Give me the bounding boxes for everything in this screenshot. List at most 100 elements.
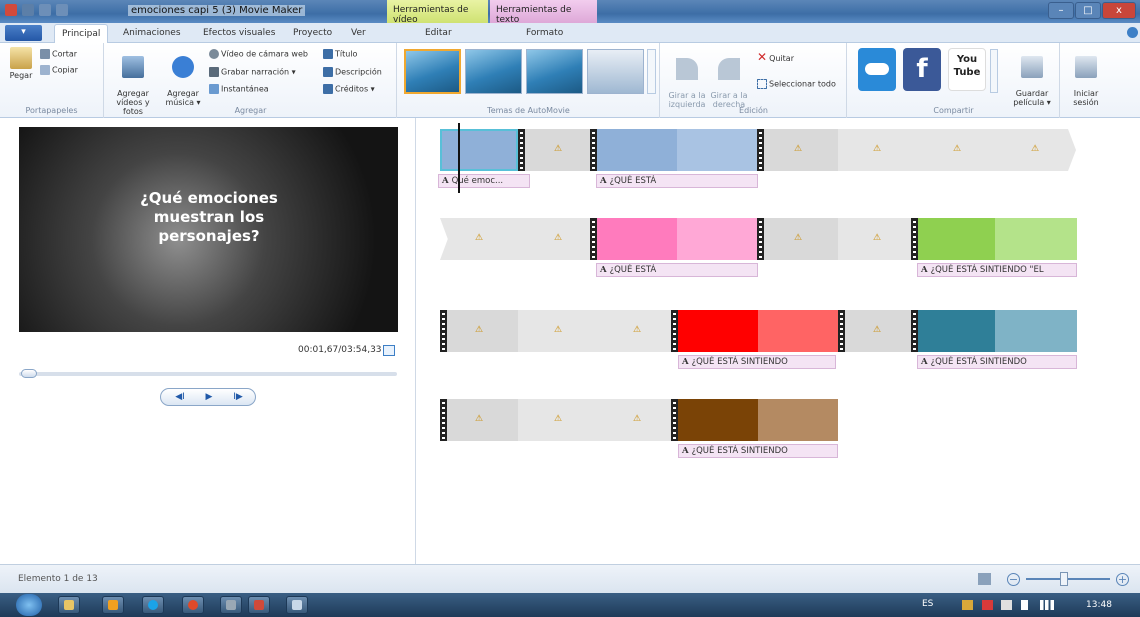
theme-thumbnail-4[interactable] (587, 49, 644, 94)
facebook-icon[interactable]: f (903, 48, 941, 91)
select-all-button[interactable]: Seleccionar todo (757, 79, 836, 89)
themes-scroll-button[interactable] (647, 49, 656, 94)
language-indicator[interactable]: ES (922, 599, 933, 609)
tray-volume-icon[interactable] (1001, 600, 1012, 610)
credits-button[interactable]: Créditos ▾ (323, 84, 375, 94)
clip[interactable] (677, 129, 757, 171)
caption-track[interactable]: A ¿QUÉ ESTÁ SINTIENDO (678, 355, 836, 369)
tray-battery-icon[interactable] (1021, 600, 1028, 610)
taskbar-chrome[interactable] (182, 596, 204, 614)
taskbar-movie-maker[interactable] (248, 596, 270, 614)
taskbar-app[interactable] (220, 596, 242, 614)
copy-button[interactable]: Copiar (40, 65, 78, 75)
save-icon[interactable] (22, 4, 34, 16)
title-button[interactable]: Título (323, 49, 357, 59)
narration-button[interactable]: Grabar narración ▾ (209, 67, 296, 77)
cut-button[interactable]: Cortar (40, 49, 77, 59)
paste-button[interactable]: Pegar (6, 47, 36, 80)
window-title: emociones capi 5 (3) Movie Maker (128, 5, 306, 16)
caption-track[interactable]: A ¿QUÉ ESTÁ SINTIENDO (678, 444, 838, 458)
warning-icon: ⚠ (872, 144, 882, 154)
playhead[interactable] (458, 123, 460, 193)
caption-track[interactable]: A ¿QUÉ ESTÁ SINTIENDO "EL (917, 263, 1077, 277)
clip[interactable] (911, 218, 995, 260)
caption-icon (323, 67, 333, 77)
tab-editar[interactable]: Editar (425, 28, 452, 38)
clip[interactable] (590, 129, 677, 171)
theme-thumbnail-2[interactable] (465, 49, 522, 94)
seek-thumb[interactable] (21, 369, 37, 378)
help-icon[interactable] (1127, 27, 1138, 38)
close-button[interactable]: x (1102, 2, 1136, 19)
clip-selected[interactable] (440, 129, 518, 171)
caption-button[interactable]: Descripción (323, 67, 382, 77)
next-frame-button[interactable]: I▶ (225, 391, 251, 404)
add-music-button[interactable]: Agregar música ▾ (165, 47, 201, 107)
redo-icon[interactable] (56, 4, 68, 16)
theme-thumbnail-3[interactable] (526, 49, 583, 94)
caption-track[interactable]: A ¿QUÉ ESTÁ SINTIENDO (917, 355, 1077, 369)
clip-missing[interactable] (590, 399, 671, 441)
rotate-left-button[interactable]: Girar a la izquierda (665, 49, 709, 109)
maximize-button[interactable]: □ (1075, 2, 1101, 19)
chrome-icon (188, 600, 198, 610)
tab-efectos-visuales[interactable]: Efectos visuales (203, 28, 275, 38)
taskbar-explorer[interactable] (58, 596, 80, 614)
taskbar-media[interactable] (102, 596, 124, 614)
zoom-in-button[interactable]: + (1116, 573, 1129, 586)
zoom-slider[interactable] (1026, 578, 1110, 580)
share-scroll-button[interactable] (990, 49, 998, 93)
thumbnail-size-icon[interactable] (978, 573, 991, 585)
clock[interactable]: 13:48 (1086, 600, 1112, 610)
fullscreen-icon[interactable] (383, 345, 395, 356)
tab-animaciones[interactable]: Animaciones (123, 28, 181, 38)
taskbar-skype[interactable] (142, 596, 164, 614)
ribbon-tabs: ▾ Principal Animaciones Efectos visuales… (0, 23, 1140, 44)
play-button[interactable]: ▶ (196, 391, 222, 404)
start-button[interactable] (16, 594, 42, 616)
tab-proyecto[interactable]: Proyecto (293, 28, 332, 38)
clip[interactable] (671, 310, 758, 352)
tray-alert-icon[interactable] (982, 600, 993, 610)
webcam-button[interactable]: Vídeo de cámara web (209, 49, 308, 59)
preview-text: ¿Qué emociones muestran los personajes? (140, 189, 278, 245)
clip-missing[interactable] (590, 310, 671, 352)
undo-icon[interactable] (39, 4, 51, 16)
remove-button[interactable]: ✕ Quitar (757, 51, 794, 63)
clip[interactable] (995, 218, 1077, 260)
app-menu-button[interactable]: ▾ (5, 25, 42, 41)
clip[interactable] (677, 218, 757, 260)
previous-frame-button[interactable]: ◀I (167, 391, 193, 404)
caption-text: ¿QUÉ ESTÁ SINTIENDO (691, 357, 788, 367)
clip[interactable] (758, 399, 838, 441)
tray-network-icon[interactable] (1040, 600, 1054, 610)
onedrive-icon[interactable] (858, 48, 896, 91)
theme-thumbnail-1[interactable] (404, 49, 461, 94)
minimize-button[interactable]: – (1048, 2, 1074, 19)
clip[interactable] (671, 399, 758, 441)
group-label: Edición (739, 106, 768, 115)
sign-in-button[interactable]: Iniciar sesión (1066, 47, 1106, 107)
caption-track[interactable]: A ¿QUÉ ESTÁ (596, 174, 758, 188)
credits-label: Créditos ▾ (335, 84, 375, 94)
rotate-right-icon (718, 58, 740, 80)
rotate-right-button[interactable]: Girar a la derecha (707, 49, 751, 109)
save-movie-button[interactable]: Guardar película ▾ (1010, 47, 1054, 107)
snapshot-button[interactable]: Instantánea (209, 84, 269, 94)
tab-formato[interactable]: Formato (526, 28, 563, 38)
clip[interactable] (911, 310, 995, 352)
clip[interactable] (995, 310, 1077, 352)
zoom-out-button[interactable]: − (1007, 573, 1020, 586)
youtube-icon[interactable]: You Tube (948, 48, 986, 91)
tab-principal[interactable]: Principal (54, 24, 109, 44)
tab-ver[interactable]: Ver (351, 28, 366, 38)
clip[interactable] (590, 218, 677, 260)
caption-track[interactable]: A Qué emoc... (438, 174, 530, 188)
taskbar-paint[interactable] (286, 596, 308, 614)
zoom-thumb[interactable] (1060, 572, 1068, 586)
clip[interactable] (758, 310, 838, 352)
seek-bar[interactable] (19, 372, 397, 376)
caption-track[interactable]: A ¿QUÉ ESTÁ (596, 263, 758, 277)
tray-flag-icon[interactable] (962, 600, 973, 610)
group-label: Temas de AutoMovie (487, 106, 570, 115)
